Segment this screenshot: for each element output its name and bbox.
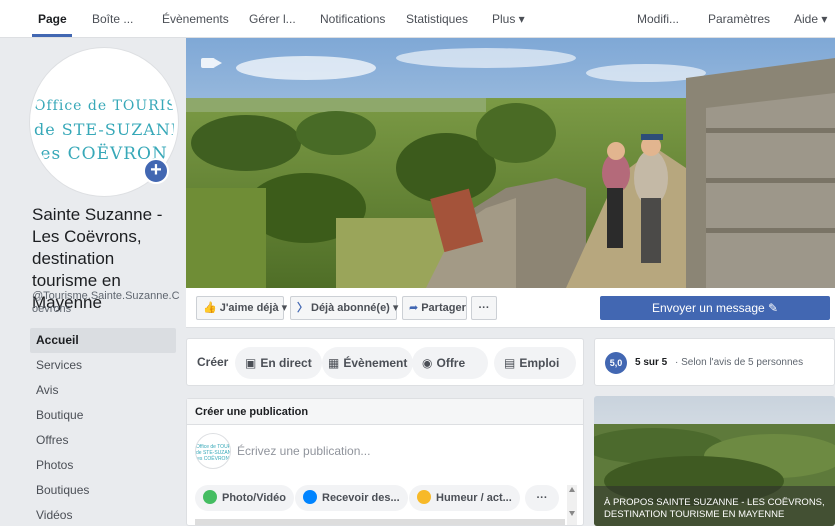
scroll-up-arrow[interactable]: [569, 487, 575, 492]
tab-help[interactable]: Aide ▾: [794, 12, 827, 26]
feeling-activity-button[interactable]: Humeur / act...: [409, 485, 520, 511]
create-job-button[interactable]: ▤ Emploi: [494, 347, 576, 379]
left-sidebar: Office de TOURISME de STE-SUZANNE les CO…: [0, 38, 186, 526]
sidebar-item-offres[interactable]: Offres: [30, 428, 176, 453]
video-camera-icon[interactable]: [201, 58, 222, 68]
create-event-label: Évènement: [343, 356, 408, 370]
logo-line-1: Office de TOURISME: [34, 98, 177, 114]
receive-messages-button[interactable]: Recevoir des...: [295, 485, 408, 511]
create-card: Créer ▣ En direct ▦ Évènement ◉ Offre ▤ Empl…: [186, 338, 584, 386]
sidebar-item-avis[interactable]: Avis: [30, 378, 176, 403]
calendar-icon: ▦: [328, 356, 340, 370]
sidebar-item-boutiques[interactable]: Boutiques: [30, 478, 176, 503]
photo-video-label: Photo/Vidéo: [222, 492, 286, 504]
rss-icon: 〉: [297, 302, 308, 314]
cover-landscape-image: [186, 38, 835, 288]
share-arrow-icon: ➦: [409, 302, 419, 314]
go-live-button[interactable]: ▣ En direct: [235, 347, 322, 379]
create-offer-button[interactable]: ◉ Offre: [412, 347, 488, 379]
more-actions-button[interactable]: ···: [471, 296, 497, 320]
messenger-icon: [303, 490, 317, 504]
about-card[interactable]: À PROPOS SAINTE SUZANNE - LES COËVRONS, …: [594, 396, 835, 526]
rating-count-text: · Selon l'avis de 5 personnes: [675, 357, 804, 368]
tab-events[interactable]: Évènements: [162, 12, 229, 26]
more-post-options-button[interactable]: ···: [525, 485, 559, 511]
follow-button-label: Déjà abonné(e) ▾: [311, 302, 399, 314]
tab-settings[interactable]: Paramètres: [708, 12, 770, 26]
offer-tag-icon: ◉: [422, 356, 433, 370]
create-post-header: Créer une publication: [187, 399, 583, 425]
like-button-label: J'aime déjà ▾: [219, 302, 288, 314]
horizontal-scrollbar[interactable]: [195, 519, 565, 525]
create-label: Créer: [197, 355, 229, 369]
page-avatar-small: Office de TOURISME de STE-SUZANNE les CO…: [195, 433, 231, 469]
briefcase-icon: ▤: [504, 356, 516, 370]
create-offer-label: Offre: [436, 356, 466, 370]
cover-photo[interactable]: [186, 38, 835, 288]
sidebar-item-services[interactable]: Services: [30, 353, 176, 378]
create-event-button[interactable]: ▦ Évènement: [322, 347, 414, 379]
rating-summary: 5 sur 5: [635, 357, 668, 368]
like-button[interactable]: 👍 J'aime déjà ▾: [196, 296, 288, 320]
thumbs-up-icon: 👍: [203, 302, 217, 314]
tab-more[interactable]: Plus ▾: [492, 12, 525, 26]
photo-icon: [203, 490, 217, 504]
live-video-icon: ▣: [245, 356, 257, 370]
scroll-down-arrow[interactable]: [569, 511, 575, 516]
create-post-card: Créer une publication Office de TOURISME…: [186, 398, 584, 526]
sidebar-item-accueil[interactable]: Accueil: [30, 328, 176, 353]
tab-statistics[interactable]: Statistiques: [406, 12, 468, 26]
sidebar-item-boutique[interactable]: Boutique: [30, 403, 176, 428]
share-button[interactable]: ➦ Partager: [402, 296, 467, 320]
add-photo-icon[interactable]: +: [143, 158, 169, 184]
rating-score-badge: 5,0: [605, 352, 627, 374]
vertical-scrollbar[interactable]: [567, 485, 577, 525]
page-top-nav: Page Boîte ... Évènements Gérer l... Not…: [0, 0, 835, 38]
tab-manage[interactable]: Gérer l...: [249, 12, 296, 26]
go-live-label: En direct: [260, 356, 312, 370]
logo-line-2: de STE-SUZANNE: [34, 120, 174, 139]
tab-inbox[interactable]: Boîte ...: [92, 12, 133, 26]
sidebar-item-photos[interactable]: Photos: [30, 453, 176, 478]
avatar-logo-line-3: les COËVRONS: [196, 456, 231, 462]
smiley-icon: [417, 490, 431, 504]
about-title: À PROPOS SAINTE SUZANNE - LES COËVRONS, …: [604, 497, 825, 520]
tab-page[interactable]: Page: [38, 12, 67, 26]
receive-messages-label: Recevoir des...: [322, 492, 400, 504]
post-composer-input[interactable]: Écrivez une publication...: [237, 444, 370, 458]
feeling-activity-label: Humeur / act...: [436, 492, 512, 504]
tab-edit[interactable]: Modifi...: [637, 12, 679, 26]
create-job-label: Emploi: [519, 356, 560, 370]
sidebar-item-videos[interactable]: Vidéos: [30, 503, 176, 526]
share-button-label: Partager: [421, 302, 466, 314]
page-action-bar: 👍 J'aime déjà ▾ 〉 Déjà abonné(e) ▾ ➦ Partag…: [186, 288, 835, 328]
page-username[interactable]: @Tourisme.Sainte.Suzanne.Coevrons: [32, 290, 182, 316]
follow-button[interactable]: 〉 Déjà abonné(e) ▾: [290, 296, 399, 320]
active-tab-indicator: [32, 34, 72, 37]
page-nav: Accueil Services Avis Boutique Offres Ph…: [30, 328, 176, 526]
tab-notifications[interactable]: Notifications: [320, 12, 385, 26]
photo-video-button[interactable]: Photo/Vidéo: [195, 485, 294, 511]
send-message-button[interactable]: Envoyer un message ✎: [600, 296, 830, 320]
rating-card[interactable]: 5,0 5 sur 5 · Selon l'avis de 5 personne…: [594, 338, 835, 386]
